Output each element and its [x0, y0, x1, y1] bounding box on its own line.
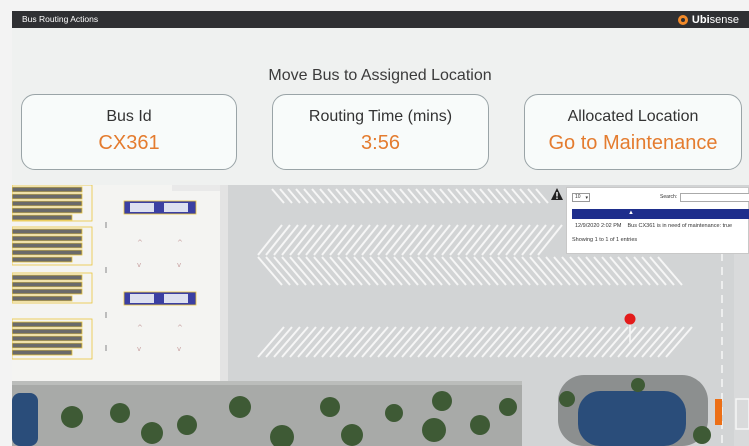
- svg-text:v: v: [137, 261, 141, 269]
- grass-area: [12, 381, 522, 446]
- svg-text:v: v: [137, 345, 141, 353]
- brand-logo: Ubisense: [677, 12, 739, 27]
- ubisense-logo-icon: [677, 14, 688, 25]
- parked-bus-1: [123, 200, 197, 215]
- allocated-location-card: Allocated Location Go to Maintenance: [524, 94, 742, 170]
- event-time: 12/9/2020 2:02 PM: [575, 223, 622, 229]
- title-bar: Bus Routing Actions Ubisense: [12, 11, 749, 28]
- svg-text:^: ^: [137, 324, 143, 332]
- bus-routing-screen: Bus Routing Actions Ubisense Move Bus to…: [0, 0, 749, 446]
- routing-time-card: Routing Time (mins) 3:56: [272, 94, 489, 170]
- table-row: 12/9/2020 2:02 PM Bus CX361 is in need of…: [572, 223, 749, 232]
- table-info: Showing 1 to 1 of 1 entries: [572, 237, 638, 243]
- location-pin-icon[interactable]: [624, 313, 636, 343]
- svg-text:^: ^: [177, 239, 183, 247]
- events-table-header[interactable]: ▲: [572, 209, 749, 219]
- svg-text:^: ^: [177, 324, 183, 332]
- bus-id-card: Bus Id CX361: [21, 94, 237, 170]
- svg-text:v: v: [177, 261, 181, 269]
- events-popup: 10 ▾ Search: ▲ 12/9/2020 2:02 PM Bus CX36…: [566, 187, 749, 254]
- page-length-value: 10: [575, 194, 581, 200]
- page-length-select[interactable]: 10 ▾: [572, 193, 590, 202]
- routing-time-value: 3:56: [361, 132, 400, 154]
- allocated-location-value: Go to Maintenance: [548, 132, 718, 154]
- allocated-location-label: Allocated Location: [567, 108, 699, 125]
- window-title: Bus Routing Actions: [22, 14, 99, 24]
- svg-text:^: ^: [137, 239, 143, 247]
- page-heading: Move Bus to Assigned Location: [268, 67, 492, 84]
- sort-arrow-icon[interactable]: ▲: [628, 210, 634, 216]
- bus-id-label: Bus Id: [106, 108, 152, 125]
- warning-triangle-icon[interactable]: [550, 187, 564, 201]
- search-label: Search:: [660, 194, 678, 200]
- brand-name: Ubisense: [691, 13, 739, 26]
- event-message: Bus CX361 is in need of maintenance: tru…: [627, 223, 733, 229]
- parked-bus-2: [123, 291, 197, 306]
- chevron-down-icon: ▾: [585, 195, 588, 201]
- bus-id-value: CX361: [98, 132, 160, 154]
- search-input[interactable]: [680, 193, 749, 202]
- svg-text:v: v: [177, 345, 181, 353]
- routing-time-label: Routing Time (mins): [308, 108, 453, 125]
